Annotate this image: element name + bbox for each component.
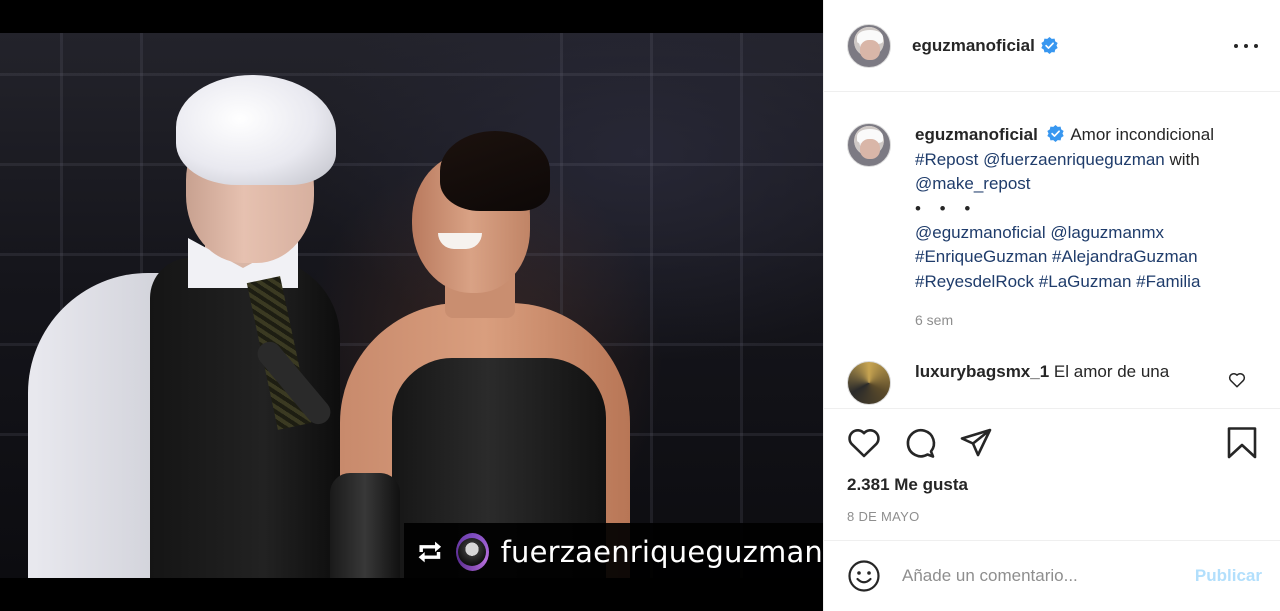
hashtag-link[interactable]: #EnriqueGuzman <box>915 247 1047 266</box>
post-sidebar: eguzmanoficial eguzmanoficial Amor incon… <box>823 0 1280 611</box>
hashtag-link[interactable]: #ReyesdelRock <box>915 272 1034 291</box>
repost-user-avatar <box>455 533 489 571</box>
caption-text: Amor incondicional <box>1070 125 1214 144</box>
post-photo[interactable]: fuerzaenriqueguzman <box>0 33 823 578</box>
publish-button[interactable]: Publicar <box>1195 566 1262 586</box>
action-icons <box>847 425 1258 461</box>
post-caption: eguzmanoficial Amor incondicional #Repos… <box>824 93 1280 333</box>
caption-author-avatar[interactable] <box>847 123 891 167</box>
caption-username[interactable]: eguzmanoficial <box>915 125 1038 144</box>
woman-glove <box>330 473 400 578</box>
woman-hair <box>440 131 550 211</box>
man-hair <box>176 75 336 185</box>
comment-body: luxurybagsmx_1 El amor de una <box>915 361 1169 383</box>
post-media[interactable]: fuerzaenriqueguzman <box>0 0 823 611</box>
like-comment-heart-icon[interactable] <box>1228 371 1246 389</box>
save-bookmark-icon[interactable] <box>1226 426 1258 460</box>
post-actions: 2.381 Me gusta 8 DE MAYO <box>824 408 1280 524</box>
hashtag-link[interactable]: #LaGuzman <box>1039 272 1132 291</box>
comment-composer: Publicar <box>824 540 1280 611</box>
repost-username: fuerzaenriqueguzman <box>500 535 823 569</box>
likes-count[interactable]: 2.381 Me gusta <box>847 475 1258 495</box>
author-avatar[interactable] <box>847 23 891 68</box>
verified-badge-icon <box>1046 125 1064 142</box>
hashtag-link[interactable]: #Familia <box>1136 272 1200 291</box>
caption-text: with <box>1169 149 1200 169</box>
hashtag-link[interactable]: #AlejandraGuzman <box>1052 247 1198 266</box>
comment-input[interactable] <box>902 566 1172 586</box>
emoji-smiley-icon[interactable] <box>847 559 881 593</box>
mention-link[interactable]: @fuerzaenriqueguzman <box>983 150 1165 169</box>
repost-watermark: fuerzaenriqueguzman <box>404 523 823 578</box>
mention-link[interactable]: @laguzmanmx <box>1050 223 1164 242</box>
caption-body: eguzmanoficial Amor incondicional #Repos… <box>915 123 1214 333</box>
post-date[interactable]: 8 DE MAYO <box>847 509 1258 524</box>
comment-text: El amor de una <box>1053 361 1170 381</box>
hashtag-link[interactable]: #Repost <box>915 150 978 169</box>
comment-bubble-icon[interactable] <box>903 426 937 460</box>
verified-badge-icon <box>1041 37 1058 54</box>
commenter-username[interactable]: luxurybagsmx_1 <box>915 362 1049 381</box>
like-heart-icon[interactable] <box>847 426 881 460</box>
mention-link[interactable]: @make_repost <box>915 174 1031 193</box>
post-header: eguzmanoficial <box>824 0 1280 92</box>
caption-dots: • • • <box>915 198 978 218</box>
author-username[interactable]: eguzmanoficial <box>912 36 1035 56</box>
commenter-avatar[interactable] <box>847 360 891 405</box>
comment-item: luxurybagsmx_1 El amor de una <box>824 333 1280 405</box>
caption-timestamp[interactable]: 6 sem <box>915 308 1214 333</box>
mention-link[interactable]: @eguzmanoficial <box>915 223 1046 242</box>
comments-list[interactable]: eguzmanoficial Amor incondicional #Repos… <box>824 93 1280 407</box>
repost-icon <box>418 541 442 563</box>
more-options-icon[interactable] <box>1234 34 1258 58</box>
instagram-post-view: fuerzaenriqueguzman eguzmanoficial eguzm… <box>0 0 1280 611</box>
share-paper-plane-icon[interactable] <box>959 426 993 460</box>
